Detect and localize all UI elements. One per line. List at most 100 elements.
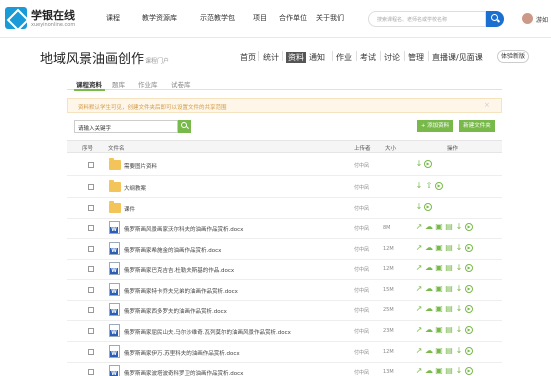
folder-move-icon[interactable]: ▤ — [445, 285, 453, 293]
external-link-icon[interactable]: ↗ — [415, 326, 423, 334]
arrow-down-icon[interactable]: ↓ — [455, 264, 463, 272]
file-name[interactable]: 俄罗斯画家西多罗夫的油画作品赏析.docx — [124, 307, 227, 315]
nav-item-courses[interactable]: 课程 — [106, 13, 120, 23]
file-name[interactable]: 大纲教案 — [124, 184, 146, 192]
file-name[interactable]: 俄罗斯画风景画家沃尔科夫的油画作品赏析.docx — [124, 225, 243, 233]
folder-move-icon[interactable]: ▤ — [445, 244, 453, 252]
external-link-icon[interactable]: ↗ — [415, 285, 423, 293]
play-icon[interactable]: ▶ — [435, 182, 443, 190]
arrow-down-icon[interactable]: ↓ — [415, 182, 423, 190]
nav-item-resource-library[interactable]: 教学资源库 — [142, 13, 177, 23]
arrow-down-icon[interactable]: ↓ — [455, 326, 463, 334]
arrow-down-icon[interactable]: ↓ — [455, 285, 463, 293]
play-icon[interactable]: ▶ — [424, 203, 432, 211]
print-icon[interactable]: ▣ — [435, 244, 443, 252]
row-checkbox[interactable] — [88, 225, 94, 231]
file-name[interactable]: 课件 — [124, 205, 135, 213]
tab-discussion[interactable]: 讨论 — [384, 52, 400, 63]
tab-notices[interactable]: 通知 — [309, 52, 325, 63]
row-checkbox[interactable] — [88, 349, 94, 355]
tab-home[interactable]: 首页 — [240, 52, 256, 63]
cloud-icon[interactable]: ☁ — [425, 305, 433, 313]
folder-move-icon[interactable]: ▤ — [445, 305, 453, 313]
file-name[interactable]: 俄罗斯画家特卡乔夫兄弟的油画作品赏析.docx — [124, 287, 238, 295]
arrow-down-icon[interactable]: ↓ — [415, 203, 423, 211]
cloud-icon[interactable]: ☁ — [425, 367, 433, 375]
logo-icon[interactable] — [5, 7, 27, 29]
row-checkbox[interactable] — [88, 287, 94, 293]
subtab-homework-bank[interactable]: 作业库 — [138, 79, 158, 89]
cloud-icon[interactable]: ☁ — [425, 285, 433, 293]
external-link-icon[interactable]: ↗ — [415, 223, 423, 231]
row-checkbox[interactable] — [88, 246, 94, 252]
tab-homework[interactable]: 作业 — [336, 52, 352, 63]
arrow-down-icon[interactable]: ↓ — [455, 367, 463, 375]
file-name[interactable]: 需要图片资料 — [124, 162, 157, 170]
arrow-down-icon[interactable]: ↓ — [455, 244, 463, 252]
print-icon[interactable]: ▣ — [435, 285, 443, 293]
tab-stats[interactable]: 统计 — [263, 52, 279, 63]
tab-live-class[interactable]: 直播课/见面课 — [432, 52, 483, 63]
global-search-button[interactable] — [486, 11, 504, 27]
nav-item-about[interactable]: 关于我们 — [316, 13, 344, 23]
external-link-icon[interactable]: ↗ — [415, 264, 423, 272]
print-icon[interactable]: ▣ — [435, 305, 443, 313]
cloud-icon[interactable]: ☁ — [425, 326, 433, 334]
row-checkbox[interactable] — [88, 205, 94, 211]
folder-move-icon[interactable]: ▤ — [445, 347, 453, 355]
row-checkbox[interactable] — [88, 369, 94, 375]
file-name[interactable]: 俄罗斯画家希施金的油画作品赏析.docx — [124, 246, 221, 254]
tab-manage[interactable]: 管理 — [408, 52, 424, 63]
play-icon[interactable]: ▶ — [465, 305, 473, 313]
avatar[interactable] — [522, 13, 533, 24]
keyword-search-button[interactable] — [178, 120, 191, 133]
subtab-exam-bank[interactable]: 试卷库 — [171, 79, 191, 89]
cloud-icon[interactable]: ☁ — [425, 223, 433, 231]
print-icon[interactable]: ▣ — [435, 264, 443, 272]
arrow-down-icon[interactable]: ↓ — [455, 223, 463, 231]
external-link-icon[interactable]: ↗ — [415, 305, 423, 313]
play-icon[interactable]: ▶ — [465, 326, 473, 334]
play-icon[interactable]: ▶ — [424, 160, 432, 168]
keyword-search-input[interactable]: 请输入关键字 — [74, 120, 178, 133]
play-icon[interactable]: ▶ — [465, 285, 473, 293]
arrow-down-icon[interactable]: ↓ — [455, 347, 463, 355]
subtab-question-bank[interactable]: 题库 — [112, 79, 125, 89]
trial-new-version-button[interactable]: 体验新版 — [497, 50, 529, 63]
cloud-icon[interactable]: ☁ — [425, 264, 433, 272]
user-name[interactable]: 游如 — [536, 15, 548, 24]
file-name[interactable]: 俄罗斯画家屈民山夫.马尔沙维奇.瓦列莫尔的油画风景作品赏析.docx — [124, 328, 291, 336]
folder-move-icon[interactable]: ▤ — [445, 264, 453, 272]
add-material-button[interactable]: + 添加资料 — [417, 120, 453, 132]
file-name[interactable]: 俄罗斯画家巴克吉吉.杜勒夫斯基的作品.docx — [124, 266, 234, 274]
row-checkbox[interactable] — [88, 307, 94, 313]
folder-move-icon[interactable]: ▤ — [445, 326, 453, 334]
close-icon[interactable]: × — [484, 101, 490, 109]
row-checkbox[interactable] — [88, 184, 94, 190]
tab-exams[interactable]: 考试 — [360, 52, 376, 63]
row-checkbox[interactable] — [88, 328, 94, 334]
folder-move-icon[interactable]: ▤ — [445, 223, 453, 231]
tab-materials[interactable]: 资料 — [286, 52, 306, 63]
row-checkbox[interactable] — [88, 266, 94, 272]
external-link-icon[interactable]: ↗ — [415, 244, 423, 252]
print-icon[interactable]: ▣ — [435, 326, 443, 334]
play-icon[interactable]: ▶ — [465, 223, 473, 231]
play-icon[interactable]: ▶ — [465, 367, 473, 375]
cloud-icon[interactable]: ☁ — [425, 347, 433, 355]
folder-move-icon[interactable]: ▤ — [445, 367, 453, 375]
file-name[interactable]: 俄罗斯画家伊万.苏里科夫的油画作品赏析.docx — [124, 349, 240, 357]
arrow-down-icon[interactable]: ↓ — [415, 160, 423, 168]
arrow-down-icon[interactable]: ↓ — [455, 305, 463, 313]
new-folder-button[interactable]: 新建文件夹 — [459, 120, 495, 132]
play-icon[interactable]: ▶ — [465, 347, 473, 355]
row-checkbox[interactable] — [88, 162, 94, 168]
external-link-icon[interactable]: ↗ — [415, 367, 423, 375]
subtab-course-materials[interactable]: 课程资料 — [76, 79, 102, 89]
cloud-icon[interactable]: ☁ — [425, 244, 433, 252]
play-icon[interactable]: ▶ — [465, 264, 473, 272]
course-portal-link[interactable]: 课程门户 — [145, 58, 169, 65]
external-link-icon[interactable]: ↗ — [415, 347, 423, 355]
nav-item-projects[interactable]: 项目 — [253, 13, 267, 23]
nav-item-demo-package[interactable]: 示范教学包 — [200, 13, 235, 23]
